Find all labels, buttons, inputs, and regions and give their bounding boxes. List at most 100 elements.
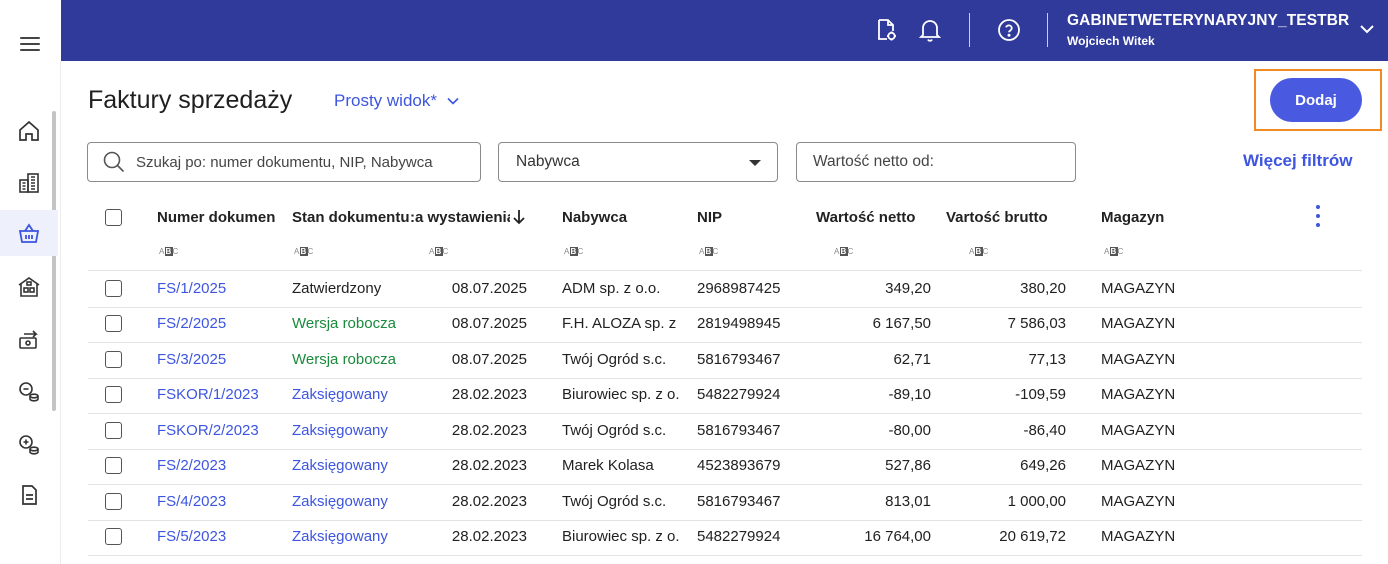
text-filter-icon[interactable]: ABC (1104, 247, 1124, 256)
gross-value: 1 000,00 (1007, 492, 1066, 510)
column-header-number[interactable]: Numer dokument (157, 209, 275, 226)
net-value: 349,20 (885, 279, 931, 297)
sidebar-scrollbar[interactable] (52, 111, 56, 411)
row-divider (88, 342, 1362, 343)
text-filter-icon[interactable]: ABC (969, 247, 989, 256)
row-checkbox[interactable] (105, 350, 122, 368)
coins-minus-icon[interactable] (0, 368, 58, 414)
column-header-net-value[interactable]: Wartość netto (816, 209, 926, 226)
gross-value: 380,20 (1020, 279, 1066, 297)
gross-value: -86,40 (1023, 421, 1066, 439)
warehouse-icon[interactable] (0, 264, 58, 310)
text-filter-icon[interactable]: ABC (699, 247, 719, 256)
view-selector[interactable]: Prosty widok* (334, 91, 459, 111)
invoice-number-link[interactable]: FS/4/2023 (157, 493, 282, 510)
row-checkbox[interactable] (105, 421, 122, 439)
gross-value: 7 586,03 (1007, 315, 1066, 333)
hamburger-menu-icon[interactable] (20, 37, 40, 53)
search-input[interactable] (136, 153, 456, 171)
invoice-number-link[interactable]: FS/1/2025 (157, 280, 282, 297)
row-checkbox[interactable] (105, 386, 122, 404)
warehouse-name: MAGAZYN (1101, 315, 1176, 333)
document-icon[interactable] (0, 472, 58, 518)
row-divider (88, 306, 1362, 308)
row-checkbox[interactable] (105, 492, 122, 510)
sort-descending-icon[interactable] (512, 209, 526, 225)
header-divider (88, 270, 1362, 271)
column-header-warehouse[interactable]: Magazyn (1101, 209, 1201, 226)
column-header-issue-date[interactable]: :a wystawienia (410, 209, 510, 226)
add-button[interactable]: Dodaj (1270, 78, 1362, 122)
money-transfer-icon[interactable] (0, 316, 58, 362)
company-name[interactable]: GABINETWETERYNARYJNY_TESTBR (1067, 12, 1349, 30)
more-filters-link[interactable]: Więcej filtrów (1243, 151, 1352, 171)
text-filter-icon[interactable]: ABC (159, 247, 179, 256)
issue-date: 28.02.2023 (451, 421, 527, 439)
text-filter-icon[interactable]: ABC (294, 247, 314, 256)
search-box (87, 142, 481, 182)
document-settings-icon[interactable] (871, 15, 901, 45)
help-icon[interactable] (994, 15, 1024, 45)
view-selector-label: Prosty widok* (334, 91, 437, 110)
invoice-number-link[interactable]: FSKOR/2/2023 (157, 422, 282, 439)
issue-date: 28.02.2023 (451, 492, 527, 510)
invoice-number-link[interactable]: FS/2/2023 (157, 457, 282, 474)
coins-plus-icon[interactable] (0, 421, 58, 467)
buyer-name: ADM sp. z o.o. (562, 279, 661, 297)
row-checkbox[interactable] (105, 457, 122, 475)
warehouse-name: MAGAZYN (1101, 528, 1176, 546)
row-divider (88, 377, 1362, 379)
column-header-status[interactable]: Stan dokumentu (292, 209, 410, 226)
basket-icon[interactable] (0, 210, 58, 256)
status-text: Zaksięgowany (292, 492, 388, 510)
top-bar: GABINETWETERYNARYJNY_TESTBR Wojciech Wit… (0, 0, 1388, 61)
home-icon[interactable] (0, 108, 58, 154)
warehouse-name: MAGAZYN (1101, 457, 1176, 475)
warehouse-name: MAGAZYN (1101, 350, 1176, 368)
row-divider (88, 413, 1362, 414)
net-value: 6 167,50 (872, 315, 931, 333)
column-header-nip[interactable]: NIP (697, 209, 777, 226)
bell-icon[interactable] (915, 15, 945, 45)
invoice-number-link[interactable]: FS/3/2025 (157, 351, 282, 368)
invoice-number-link[interactable]: FS/2/2025 (157, 315, 282, 332)
status-text: Wersja robocza (292, 315, 396, 333)
column-header-buyer[interactable]: Nabywca (562, 209, 682, 226)
gross-value: -109,59 (1015, 386, 1066, 404)
net-value: 813,01 (885, 492, 931, 510)
user-name[interactable]: Wojciech Witek (1067, 34, 1155, 48)
column-header-gross-value[interactable]: Vartość brutto (946, 209, 1058, 226)
nip-value: 5816793467 (697, 421, 781, 439)
text-filter-icon[interactable]: ABC (429, 247, 449, 256)
row-checkbox[interactable] (105, 279, 122, 297)
select-all-checkbox[interactable] (105, 209, 122, 226)
text-filter-icon[interactable]: ABC (564, 247, 584, 256)
row-checkbox[interactable] (105, 528, 122, 546)
issue-date: 28.02.2023 (451, 386, 527, 404)
buyer-select[interactable]: Nabywca (498, 142, 778, 182)
row-divider (88, 448, 1362, 450)
net-value: 16 764,00 (864, 528, 931, 546)
gross-value: 649,26 (1020, 457, 1066, 475)
nip-value: 5482279924 (697, 528, 781, 546)
gross-value: 77,13 (1028, 350, 1066, 368)
column-options-kebab-icon[interactable] (1316, 205, 1320, 232)
gross-value: 20 619,72 (999, 528, 1066, 546)
buyer-select-label: Nabywca (516, 153, 580, 170)
status-text: Wersja robocza (292, 350, 396, 368)
status-text: Zaksięgowany (292, 528, 388, 546)
topbar-divider (969, 13, 970, 47)
chevron-down-icon[interactable] (1358, 22, 1376, 41)
nip-value: 4523893679 (697, 457, 781, 475)
warehouse-name: MAGAZYN (1101, 492, 1176, 510)
app: GABINETWETERYNARYJNY_TESTBR Wojciech Wit… (0, 0, 1388, 564)
building-icon[interactable] (0, 160, 58, 206)
row-checkbox[interactable] (105, 315, 122, 333)
invoice-number-link[interactable]: FSKOR/1/2023 (157, 386, 282, 403)
status-text: Zaksięgowany (292, 421, 388, 439)
net-value-from-input[interactable] (813, 153, 1053, 171)
buyer-name: F.H. ALOZA sp. z (562, 315, 677, 333)
invoice-number-link[interactable]: FS/5/2023 (157, 528, 282, 545)
text-filter-icon[interactable]: ABC (834, 247, 854, 256)
buyer-name: Biurowiec sp. z o. (562, 386, 680, 404)
